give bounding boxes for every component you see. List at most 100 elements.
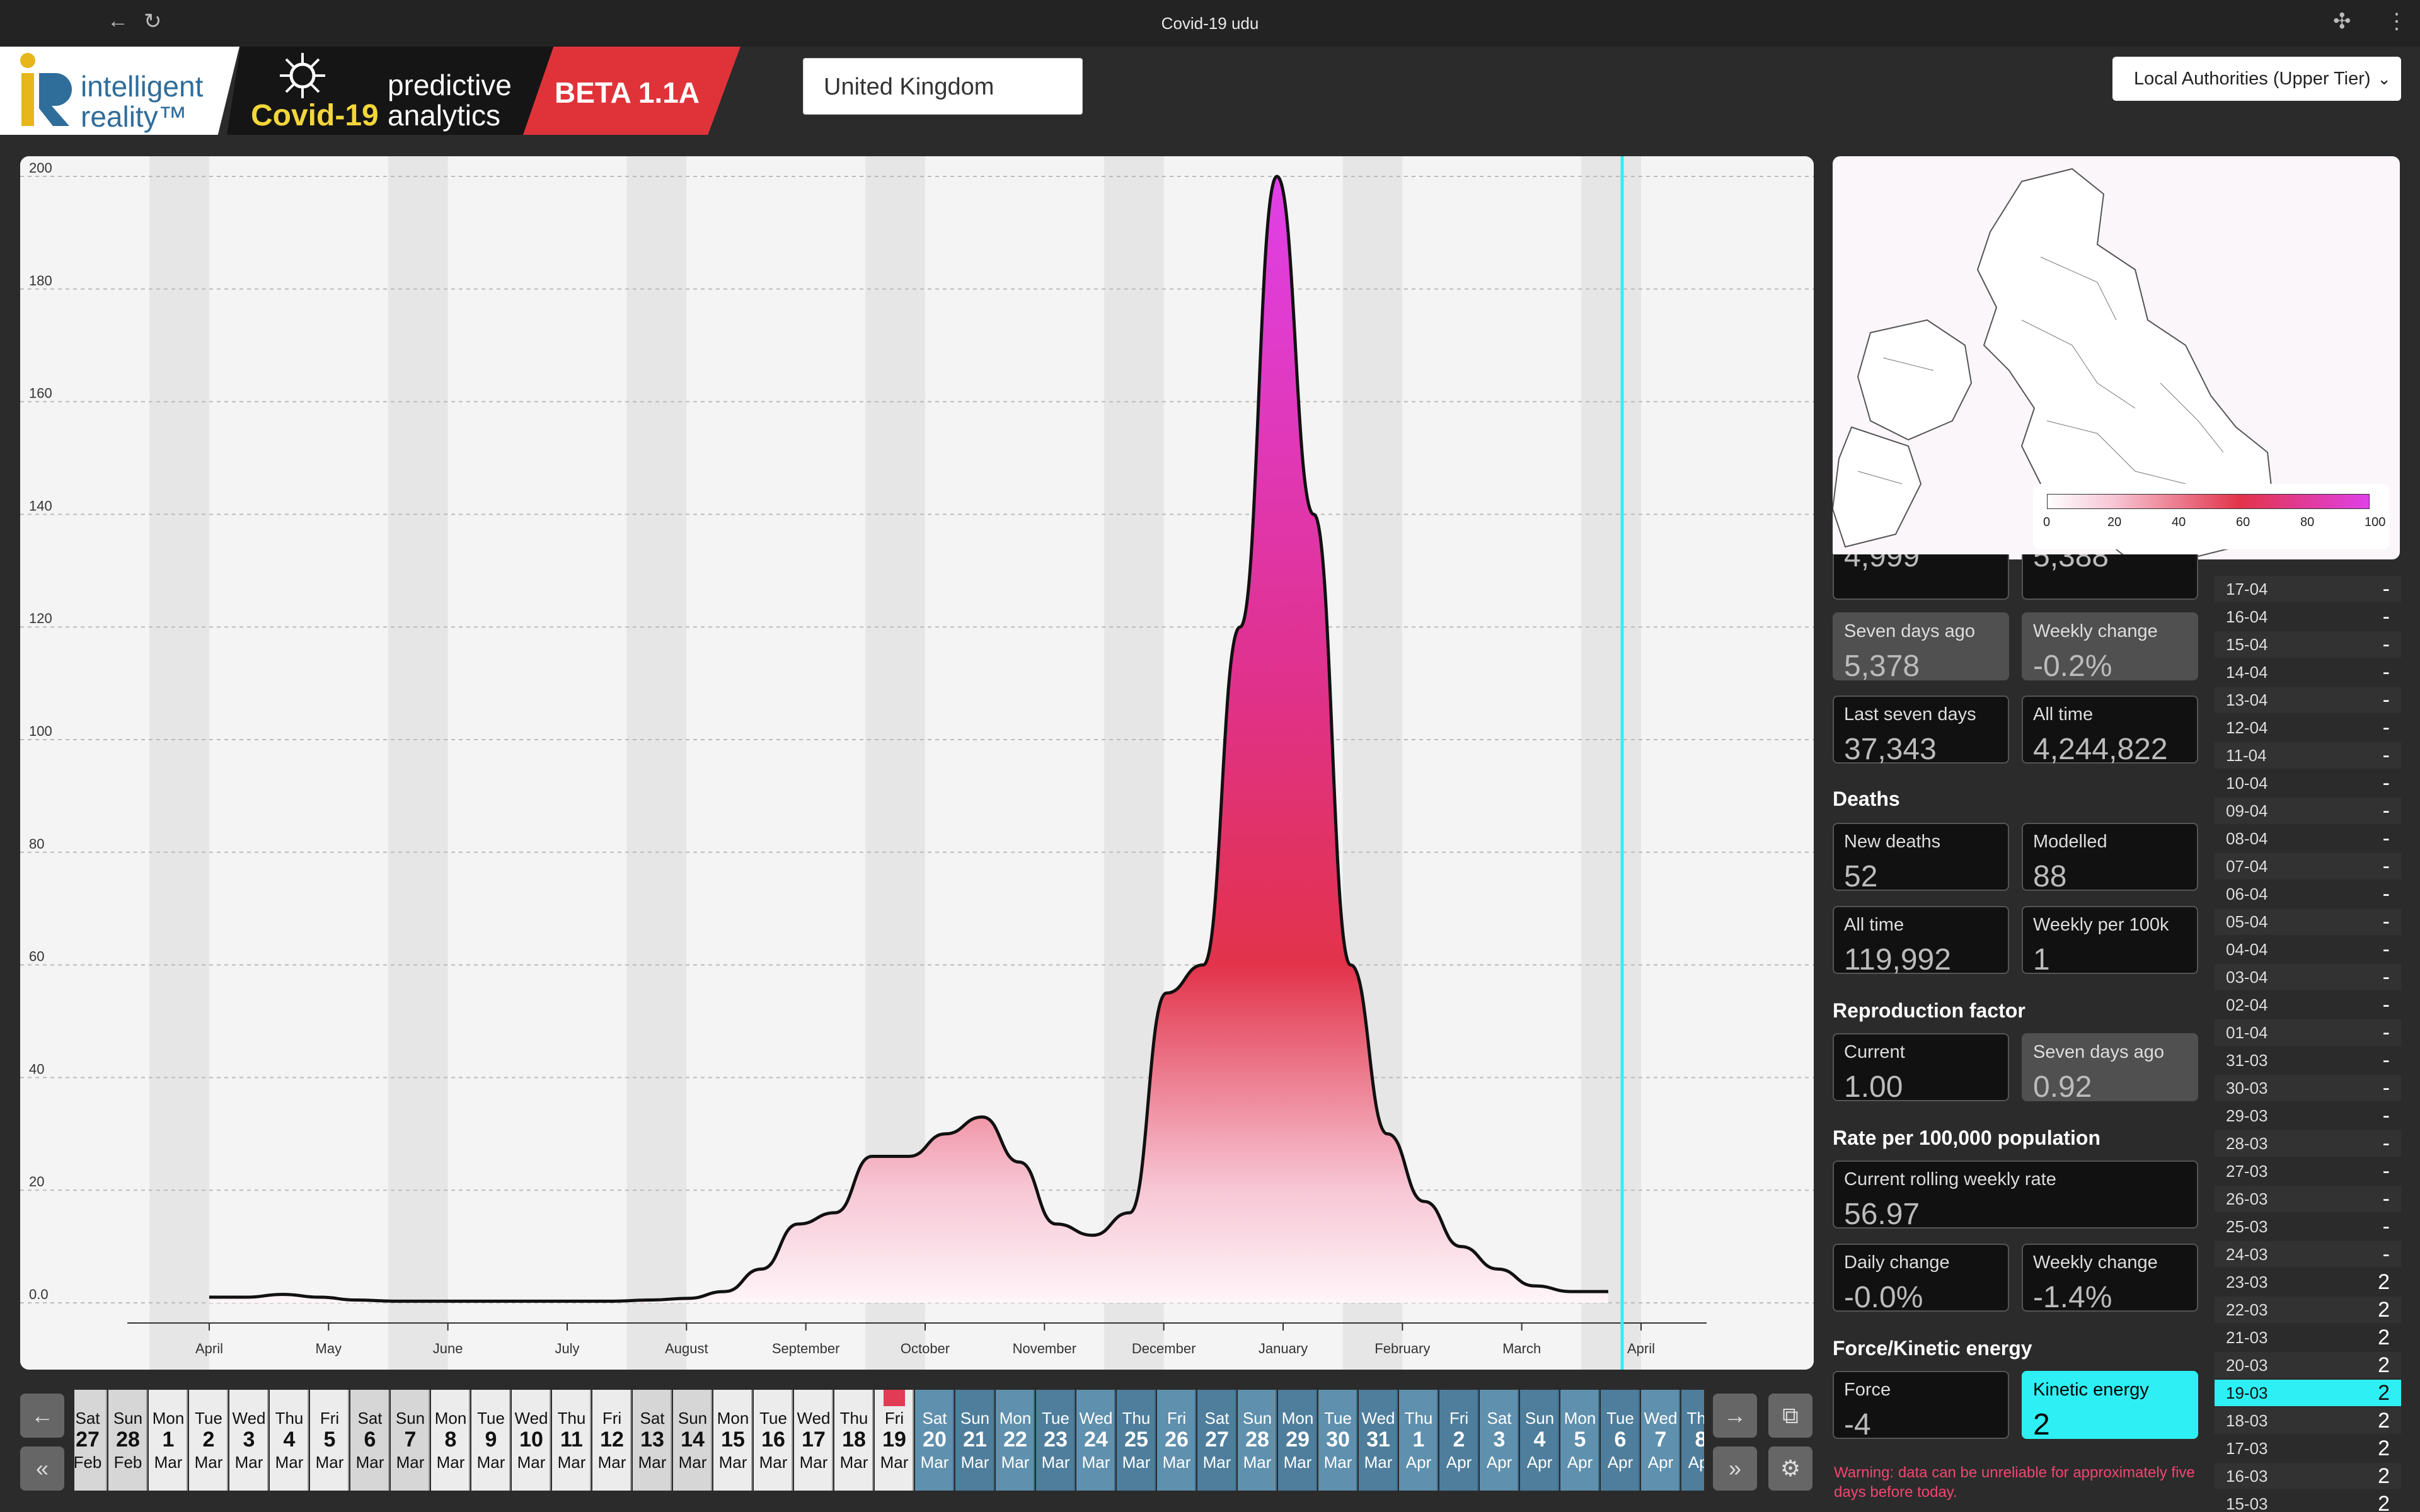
timeline-day[interactable]: Mon 15 Mar	[713, 1390, 752, 1491]
date-timeline[interactable]: Sat 27 Feb Sun 28 Feb Mon 1 Mar Tue 2 Mar Wed 3 Mar Thu…	[74, 1390, 1704, 1491]
date-list-item[interactable]: 10-04 -	[2215, 770, 2401, 796]
prev-arrow-icon[interactable]: ←	[20, 1394, 64, 1438]
timeline-day[interactable]: Thu 18 Mar	[834, 1390, 873, 1491]
timeline-day[interactable]: Wed 24 Mar	[1076, 1390, 1115, 1491]
date-list-value: -	[2382, 965, 2390, 989]
timeline-day[interactable]: Sun 7 Mar	[391, 1390, 430, 1491]
timeline-day-number: 3	[243, 1428, 255, 1452]
date-list-item[interactable]: 09-04 -	[2215, 798, 2401, 824]
timeline-day[interactable]: Mon 5 Apr	[1560, 1390, 1599, 1491]
timeline-day[interactable]: Tue 30 Mar	[1318, 1390, 1357, 1491]
timeline-day[interactable]: Thu 25 Mar	[1117, 1390, 1156, 1491]
date-list-item[interactable]: 04-04 -	[2215, 936, 2401, 963]
timeline-day[interactable]: Fri 5 Mar	[310, 1390, 349, 1491]
timeline-day[interactable]: Mon 22 Mar	[996, 1390, 1035, 1491]
date-list-item[interactable]: 31-03 -	[2215, 1047, 2401, 1074]
timeline-day[interactable]: Tue 2 Mar	[189, 1390, 228, 1491]
timeline-day[interactable]: Sun 4 Apr	[1520, 1390, 1559, 1491]
timeline-day[interactable]: Sat 3 Apr	[1480, 1390, 1519, 1491]
timeline-day-number: 2	[202, 1428, 215, 1452]
date-list-item[interactable]: 23-03 2	[2215, 1269, 2401, 1295]
timeline-day[interactable]: Fri 2 Apr	[1439, 1390, 1478, 1491]
share-icon[interactable]: ⧉	[1768, 1394, 1812, 1438]
kebab-menu-icon[interactable]: ⋮	[2386, 9, 2407, 34]
date-list-item[interactable]: 13-04 -	[2215, 687, 2401, 713]
timeline-day[interactable]: Wed 31 Mar	[1359, 1390, 1398, 1491]
timeline-day[interactable]: Sat 27 Mar	[1197, 1390, 1236, 1491]
date-list-item[interactable]: 29-03 -	[2215, 1102, 2401, 1129]
date-list-item[interactable]: 08-04 -	[2215, 825, 2401, 852]
date-list-item[interactable]: 07-04 -	[2215, 853, 2401, 879]
date-list-item[interactable]: 25-03 -	[2215, 1213, 2401, 1240]
timeline-day[interactable]: Sun 14 Mar	[673, 1390, 712, 1491]
rewind-icon[interactable]: «	[20, 1446, 64, 1491]
x-tick-label: October	[901, 1341, 950, 1356]
timeline-day[interactable]: Wed 10 Mar	[512, 1390, 551, 1491]
date-list-item[interactable]: 17-03 2	[2215, 1435, 2401, 1462]
date-list-item[interactable]: 15-04 -	[2215, 631, 2401, 658]
date-list-item[interactable]: 26-03 -	[2215, 1186, 2401, 1212]
timeline-day[interactable]: Sat 13 Mar	[633, 1390, 672, 1491]
date-list-item[interactable]: 30-03 -	[2215, 1075, 2401, 1101]
timeline-day[interactable]: Tue 16 Mar	[754, 1390, 793, 1491]
uk-map[interactable]: 0 20 40 60 80 100	[1833, 156, 2400, 559]
timeline-day[interactable]: Tue 9 Mar	[471, 1390, 510, 1491]
date-list-value: -	[2382, 937, 2390, 961]
timeline-day[interactable]: Sun 28 Feb	[108, 1390, 147, 1491]
timeline-day[interactable]: Wed 7 Apr	[1641, 1390, 1680, 1491]
timeline-day[interactable]: Fri 26 Mar	[1157, 1390, 1196, 1491]
date-list-item[interactable]: 05-04 -	[2215, 908, 2401, 935]
date-list-item[interactable]: 17-04 -	[2215, 576, 2401, 602]
timeline-day[interactable]: Sun 21 Mar	[955, 1390, 994, 1491]
date-list-item[interactable]: 12-04 -	[2215, 714, 2401, 741]
timeline-day[interactable]: Wed 3 Mar	[229, 1390, 268, 1491]
timeline-day[interactable]: Thu8Apr	[1681, 1390, 1704, 1491]
date-list-item[interactable]: 02-04 -	[2215, 992, 2401, 1018]
timeline-day[interactable]: Sat 27 Feb	[74, 1390, 107, 1491]
timeline-day[interactable]: Tue 6 Apr	[1601, 1390, 1640, 1491]
date-list-item[interactable]: 01-04 -	[2215, 1019, 2401, 1046]
puzzle-icon[interactable]: ✣	[2333, 9, 2351, 34]
date-list-item[interactable]: 06-04 -	[2215, 881, 2401, 907]
date-list-date: 27-03	[2226, 1162, 2268, 1181]
timeline-day-number: 28	[116, 1428, 140, 1452]
timeline-day[interactable]: Sat 6 Mar	[350, 1390, 389, 1491]
date-list-item[interactable]: 16-04 -	[2215, 604, 2401, 630]
timeline-day[interactable]: Mon 29 Mar	[1278, 1390, 1317, 1491]
cases-area-chart[interactable]: 0.0 20 40 60 80 100 120 140 160 180 200 April May Jun…	[20, 156, 1814, 1370]
timeline-day[interactable]: Thu 11 Mar	[552, 1390, 591, 1491]
fast-forward-icon[interactable]: »	[1713, 1446, 1757, 1491]
timeline-day[interactable]: Thu 4 Mar	[270, 1390, 309, 1491]
back-arrow-icon[interactable]: ←	[107, 9, 129, 33]
timeline-day[interactable]: Fri 12 Mar	[592, 1390, 631, 1491]
timeline-day[interactable]: Mon 8 Mar	[431, 1390, 470, 1491]
gear-icon[interactable]: ⚙	[1768, 1446, 1812, 1491]
timeline-day[interactable]: Wed 17 Mar	[794, 1390, 833, 1491]
date-list-item[interactable]: 24-03 -	[2215, 1241, 2401, 1268]
date-list-item[interactable]: 20-03 2	[2215, 1352, 2401, 1378]
timeline-day[interactable]: Tue 23 Mar	[1036, 1390, 1075, 1491]
location-search-input[interactable]: United Kingdom	[803, 58, 1083, 115]
timeline-day[interactable]: Sat 20 Mar	[915, 1390, 954, 1491]
date-list-item[interactable]: 28-03 -	[2215, 1130, 2401, 1157]
date-list-item[interactable]: 16-03 2	[2215, 1463, 2401, 1489]
date-list-item[interactable]: 03-04 -	[2215, 964, 2401, 990]
date-list-item[interactable]: 18-03 2	[2215, 1407, 2401, 1434]
timeline-day[interactable]: Mon 1 Mar	[149, 1390, 188, 1491]
next-arrow-icon[interactable]: →	[1713, 1394, 1757, 1438]
date-list-item[interactable]: 21-03 2	[2215, 1324, 2401, 1351]
area-type-select[interactable]: Local Authorities (Upper Tier) ⌄	[2112, 57, 2401, 101]
date-list-item[interactable]: 22-03 2	[2215, 1297, 2401, 1323]
date-list-item[interactable]: 11-04 -	[2215, 742, 2401, 769]
date-list-item[interactable]: 19-03 2	[2215, 1380, 2401, 1406]
date-value-list[interactable]: 17-04-16-04-15-04-14-04-13-04-12-04-11-0…	[2215, 576, 2401, 1512]
date-list-item[interactable]: 15-03 2	[2215, 1491, 2401, 1512]
timeline-day[interactable]: Fri 19 Mar	[875, 1390, 914, 1491]
timeline-month: Mar	[638, 1453, 667, 1472]
date-list-item[interactable]: 14-04 -	[2215, 659, 2401, 685]
timeline-day[interactable]: Thu 1 Apr	[1399, 1390, 1438, 1491]
timeline-day[interactable]: Sun 28 Mar	[1238, 1390, 1277, 1491]
date-list-item[interactable]: 27-03 -	[2215, 1158, 2401, 1184]
reload-icon[interactable]: ↻	[144, 9, 162, 34]
kinetic-energy-card[interactable]: Kinetic energy 2	[2022, 1371, 2198, 1441]
